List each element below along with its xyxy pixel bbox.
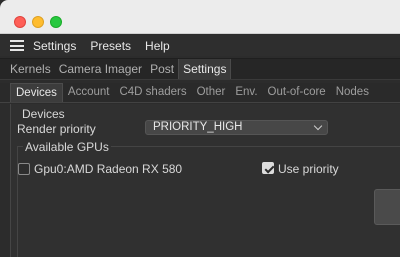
settings-sub-tab-bar: Devices Account C4D shaders Other Env. O… bbox=[0, 83, 400, 103]
zoom-window-button[interactable] bbox=[50, 16, 62, 28]
tab-post[interactable]: Post bbox=[146, 59, 178, 79]
use-priority-checkbox[interactable] bbox=[262, 162, 274, 174]
hamburger-menu-icon[interactable] bbox=[10, 40, 24, 51]
window-titlebar bbox=[0, 0, 400, 34]
menubar: Settings Presets Help bbox=[0, 35, 400, 56]
tab-camera-imager[interactable]: Camera Imager bbox=[55, 59, 146, 79]
subtab-env[interactable]: Env. bbox=[230, 83, 262, 102]
menu-settings[interactable]: Settings bbox=[33, 39, 76, 53]
subtab-nodes[interactable]: Nodes bbox=[331, 83, 374, 102]
subtab-account[interactable]: Account bbox=[63, 83, 115, 102]
subtab-c4d-shaders[interactable]: C4D shaders bbox=[114, 83, 191, 102]
gpu0-name-label: Gpu0:AMD Radeon RX 580 bbox=[34, 162, 183, 176]
use-priority-label: Use priority bbox=[278, 162, 339, 176]
menu-help[interactable]: Help bbox=[145, 39, 170, 53]
main-tab-bar: Kernels Camera Imager Post Settings bbox=[0, 58, 400, 80]
subtab-devices[interactable]: Devices bbox=[10, 83, 63, 102]
chevron-down-icon bbox=[313, 121, 323, 131]
devices-section-label: Devices bbox=[22, 107, 65, 121]
close-window-button[interactable] bbox=[14, 16, 26, 28]
render-priority-select[interactable]: PRIORITY_HIGH bbox=[145, 120, 328, 135]
menu-presets[interactable]: Presets bbox=[90, 39, 131, 53]
available-gpus-label: Available GPUs bbox=[23, 140, 111, 154]
tab-settings[interactable]: Settings bbox=[178, 59, 232, 79]
side-button[interactable] bbox=[374, 189, 400, 225]
tab-kernels[interactable]: Kernels bbox=[0, 59, 55, 79]
minimize-window-button[interactable] bbox=[32, 16, 44, 28]
gpu0-enable-checkbox[interactable] bbox=[18, 163, 30, 175]
subtab-out-of-core[interactable]: Out-of-core bbox=[263, 83, 331, 102]
render-priority-label: Render priority bbox=[17, 122, 96, 136]
render-priority-value: PRIORITY_HIGH bbox=[153, 121, 243, 133]
subtab-other[interactable]: Other bbox=[192, 83, 231, 102]
